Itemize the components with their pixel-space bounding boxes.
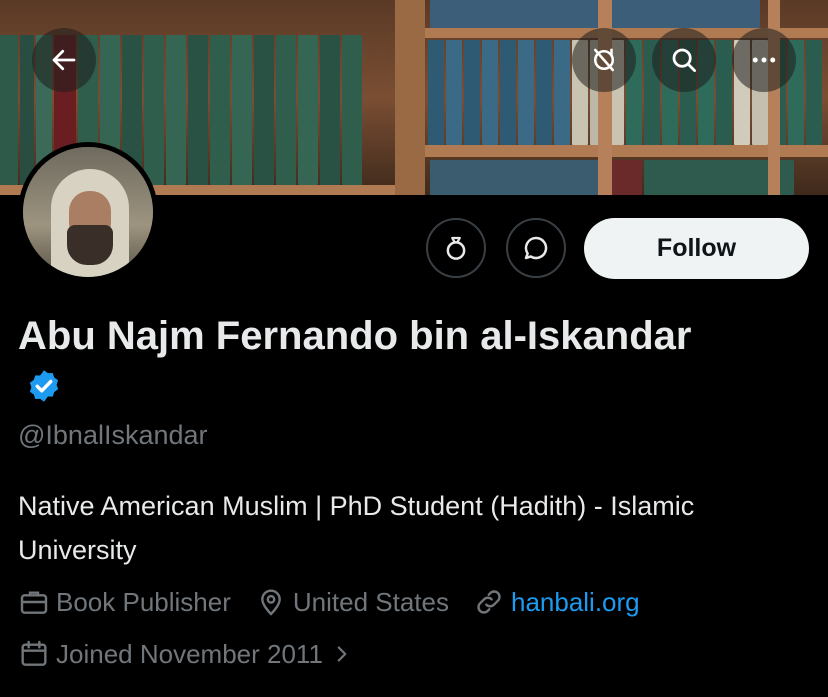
username-handle: @IbnalIskandar — [18, 420, 208, 450]
location-pin-icon — [261, 589, 281, 616]
search-button[interactable] — [652, 28, 716, 92]
ring-icon — [446, 236, 466, 260]
more-button[interactable] — [732, 28, 796, 92]
more-icon — [752, 57, 776, 63]
joined-text: Joined November 2011 — [56, 638, 323, 669]
display-name-text: Abu Najm Fernando bin al-Iskandar — [18, 314, 692, 358]
website-item[interactable]: hanbali.org — [473, 586, 640, 618]
search-icon — [672, 48, 696, 72]
category-item: Book Publisher — [18, 586, 231, 618]
profile-meta-row: Book Publisher United States hanbali.org — [18, 584, 664, 620]
joined-row[interactable]: Joined November 2011 — [18, 636, 385, 672]
briefcase-icon — [20, 591, 48, 614]
category-text: Book Publisher — [56, 586, 231, 617]
chevron-right-icon — [337, 646, 347, 662]
back-button[interactable] — [32, 28, 96, 92]
calendar-icon — [21, 640, 47, 666]
location-text: United States — [292, 586, 449, 617]
message-button[interactable] — [506, 218, 566, 278]
subscribe-button[interactable] — [426, 218, 486, 278]
follow-button[interactable]: Follow — [584, 218, 809, 279]
translate-button[interactable] — [572, 28, 636, 92]
bio-text: Native American Muslim | PhD Student (Ha… — [18, 491, 695, 565]
message-bubble-icon — [524, 236, 548, 260]
avatar-photo — [23, 147, 153, 277]
location-item: United States — [255, 586, 449, 618]
display-name: Abu Najm Fernando bin al-Iskandar — [18, 310, 718, 416]
verified-badge-icon[interactable] — [26, 368, 62, 404]
joined-item[interactable]: Joined November 2011 — [18, 638, 361, 670]
avatar[interactable] — [18, 142, 158, 282]
back-arrow-icon — [52, 49, 76, 71]
website-link[interactable]: hanbali.org — [511, 587, 640, 618]
link-icon — [477, 590, 501, 614]
no-translate-icon — [594, 48, 614, 72]
